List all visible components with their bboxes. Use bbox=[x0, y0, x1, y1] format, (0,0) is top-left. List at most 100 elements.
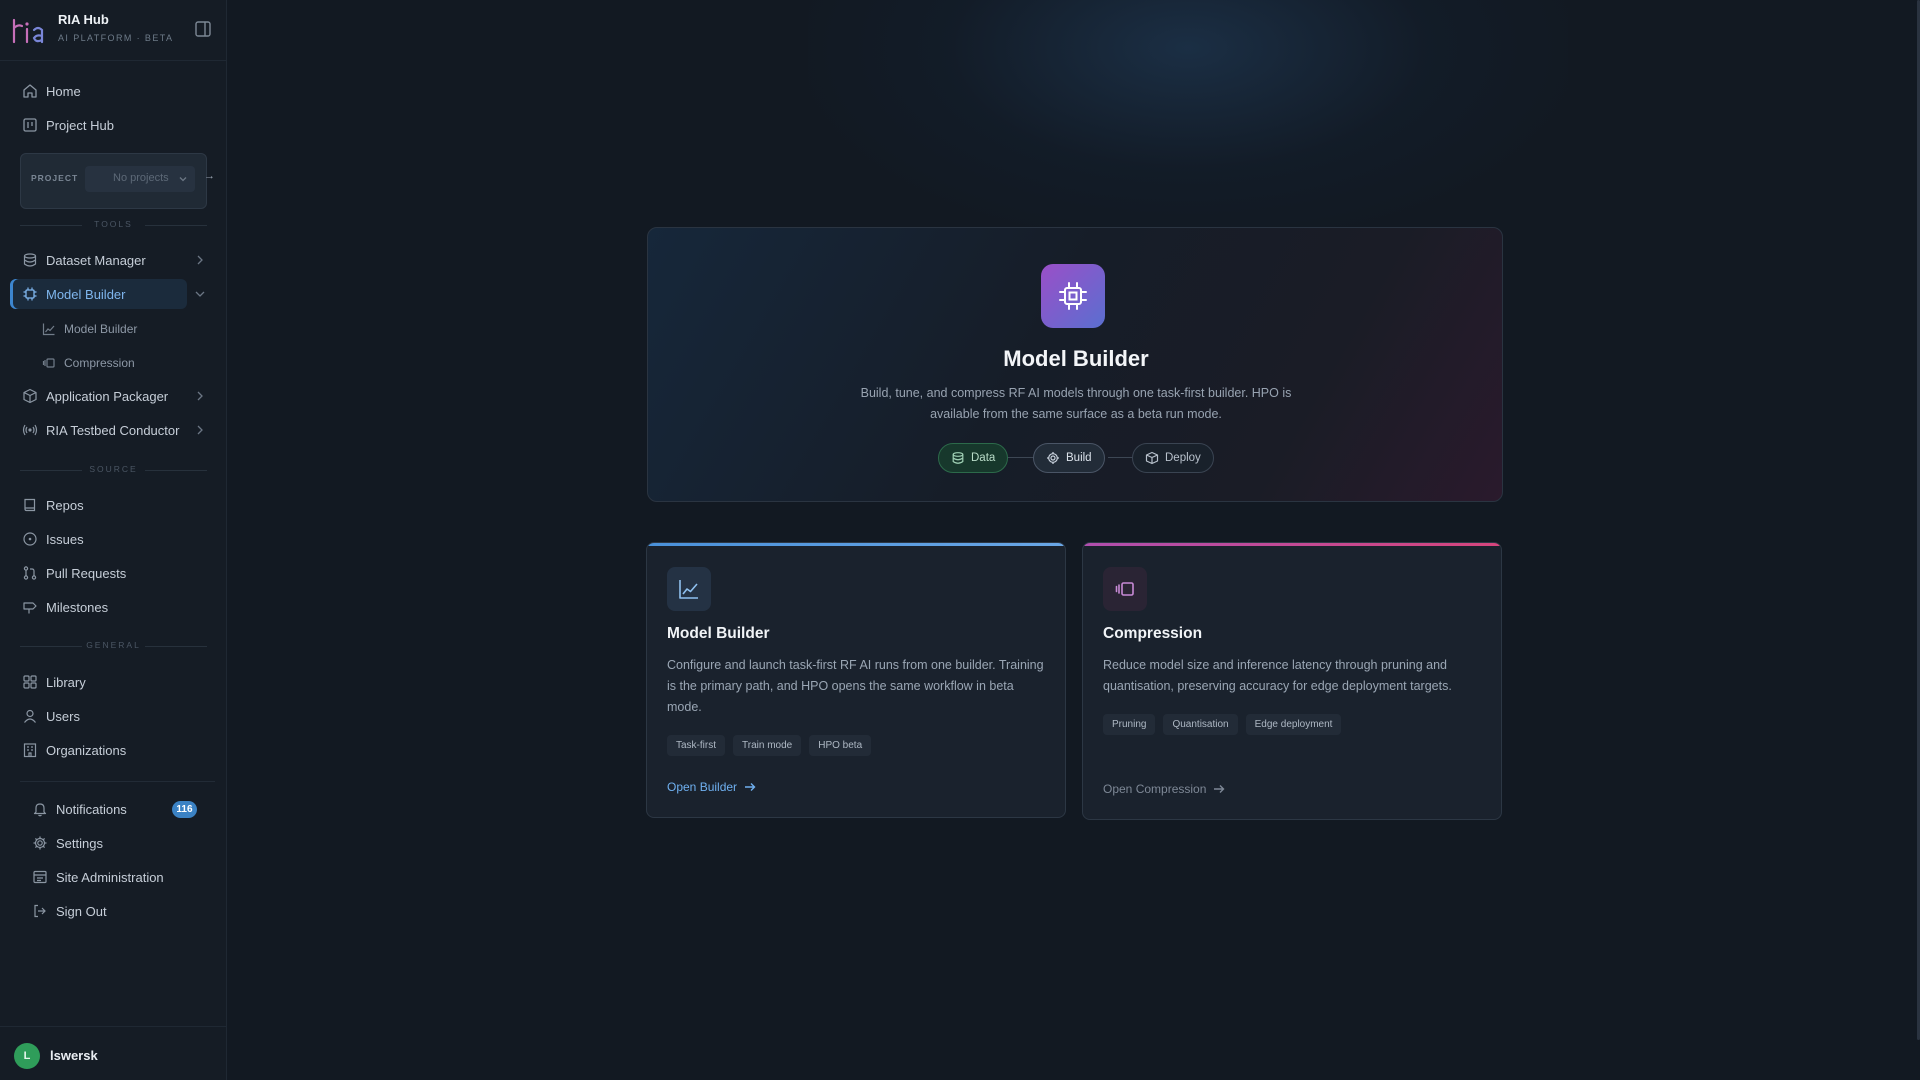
card-accent-bar bbox=[647, 543, 1065, 546]
link-label: Open Compression bbox=[1103, 782, 1207, 796]
chevron-down-icon bbox=[178, 174, 188, 184]
sidebar-item-label: Organizations bbox=[46, 742, 127, 758]
background-glow bbox=[808, 0, 1568, 240]
compress-icon bbox=[42, 356, 56, 370]
home-icon bbox=[22, 83, 38, 99]
sidebar-item-home[interactable]: Home bbox=[10, 76, 187, 106]
avatar[interactable]: L bbox=[14, 1043, 40, 1069]
sidebar-item-milestones[interactable]: Milestones bbox=[10, 592, 187, 622]
sidebar-item-model-builder[interactable]: Model Builder bbox=[10, 279, 205, 309]
package-icon bbox=[1145, 451, 1159, 465]
section-label-general: GENERAL bbox=[20, 640, 207, 652]
sidebar-item-label: Model Builder bbox=[64, 322, 138, 336]
sidebar-item-label: Model Builder bbox=[46, 286, 126, 302]
sidebar-divider bbox=[20, 781, 215, 782]
project-hub-icon bbox=[22, 117, 38, 133]
sidebar-collapse-icon[interactable] bbox=[194, 20, 212, 38]
sidebar-item-ria-testbed-conductor[interactable]: RIA Testbed Conductor bbox=[10, 415, 203, 445]
step-deploy[interactable]: Deploy bbox=[1132, 443, 1214, 473]
milestone-icon bbox=[22, 599, 38, 615]
chevron-right-icon bbox=[193, 423, 207, 437]
card-accent-bar bbox=[1083, 543, 1501, 546]
sidebar-item-label: Application Packager bbox=[46, 388, 169, 404]
sidebar-item-label: Repos bbox=[46, 497, 84, 513]
sidebar-item-label: Project Hub bbox=[46, 117, 114, 133]
sidebar-item-organizations[interactable]: Organizations bbox=[10, 735, 187, 765]
sidebar: RIA Hub AI PLATFORM · BETA Home Project … bbox=[0, 0, 227, 1080]
card-title: Model Builder bbox=[667, 625, 770, 642]
compression-card[interactable]: Compression Reduce model size and infere… bbox=[1082, 542, 1502, 820]
sidebar-item-project-hub[interactable]: Project Hub bbox=[10, 110, 187, 140]
sidebar-item-repos[interactable]: Repos bbox=[10, 490, 187, 520]
link-label: Open Builder bbox=[667, 780, 738, 794]
library-icon bbox=[22, 674, 38, 690]
user-profile-bar[interactable]: L lswersk bbox=[0, 1026, 227, 1080]
project-select[interactable]: No projects bbox=[85, 166, 195, 192]
step-connector bbox=[1004, 457, 1034, 458]
sidebar-item-notifications[interactable]: Notifications bbox=[20, 794, 197, 824]
open-compression-link[interactable]: Open Compression bbox=[1103, 782, 1226, 796]
sidebar-item-label: Site Administration bbox=[56, 869, 164, 885]
step-data[interactable]: Data bbox=[938, 443, 1009, 473]
project-go-button[interactable]: → bbox=[204, 170, 215, 182]
sidebar-subitem-compression[interactable]: Compression bbox=[30, 348, 190, 378]
sidebar-item-pull-requests[interactable]: Pull Requests bbox=[10, 558, 187, 588]
sidebar-item-label: RIA Testbed Conductor bbox=[46, 422, 180, 438]
sidebar-item-issues[interactable]: Issues bbox=[10, 524, 187, 554]
main-content: Model Builder Build, tune, and compress … bbox=[228, 0, 1920, 1080]
chevron-down-icon bbox=[193, 287, 207, 301]
cpu-icon bbox=[1041, 264, 1105, 328]
section-label-tools: TOOLS bbox=[20, 219, 207, 231]
step-connector bbox=[1108, 457, 1134, 458]
sidebar-item-settings[interactable]: Settings bbox=[20, 828, 197, 858]
tag: Train mode bbox=[733, 735, 802, 756]
chart-line-icon bbox=[667, 567, 711, 611]
tag: Pruning bbox=[1103, 714, 1156, 735]
sidebar-subitem-model-builder[interactable]: Model Builder bbox=[30, 314, 190, 344]
card-tags: Pruning Quantisation Edge deployment bbox=[1103, 714, 1342, 735]
card-title: Compression bbox=[1103, 625, 1203, 642]
tag: Task-first bbox=[667, 735, 725, 756]
repo-icon bbox=[22, 497, 38, 513]
gear-icon bbox=[32, 835, 48, 851]
pull-request-icon bbox=[22, 565, 38, 581]
radio-icon bbox=[22, 422, 38, 438]
tag: Edge deployment bbox=[1245, 714, 1342, 735]
sidebar-item-label: Notifications bbox=[56, 801, 127, 817]
sidebar-item-label: Compression bbox=[64, 356, 135, 370]
sidebar-item-label: Library bbox=[46, 674, 86, 690]
sidebar-item-dataset-manager[interactable]: Dataset Manager bbox=[10, 245, 203, 275]
cpu-icon bbox=[22, 286, 38, 302]
card-tags: Task-first Train mode HPO beta bbox=[667, 735, 872, 756]
section-label-source: SOURCE bbox=[20, 464, 207, 476]
sidebar-item-site-administration[interactable]: Site Administration bbox=[20, 862, 197, 892]
sidebar-item-label: Users bbox=[46, 708, 80, 724]
sidebar-item-sign-out[interactable]: Sign Out bbox=[20, 896, 197, 926]
organization-icon bbox=[22, 742, 38, 758]
chart-line-icon bbox=[42, 322, 56, 336]
issue-icon bbox=[22, 531, 38, 547]
bell-icon bbox=[32, 801, 48, 817]
project-select-value: No projects bbox=[113, 172, 169, 184]
chevron-right-icon bbox=[193, 389, 207, 403]
username: lswersk bbox=[50, 1048, 98, 1063]
card-description: Configure and launch task-first RF AI ru… bbox=[667, 658, 1044, 714]
sign-out-icon bbox=[32, 903, 48, 919]
tag: HPO beta bbox=[809, 735, 872, 756]
ria-logo[interactable] bbox=[12, 16, 48, 46]
arrow-right-icon bbox=[1212, 782, 1226, 796]
sidebar-item-label: Sign Out bbox=[56, 903, 107, 919]
open-builder-link[interactable]: Open Builder bbox=[667, 780, 757, 794]
step-build[interactable]: Build bbox=[1033, 443, 1105, 473]
sidebar-item-application-packager[interactable]: Application Packager bbox=[10, 381, 203, 411]
sidebar-item-users[interactable]: Users bbox=[10, 701, 187, 731]
step-label: Data bbox=[971, 452, 996, 464]
sidebar-item-label: Issues bbox=[46, 531, 84, 547]
sidebar-item-library[interactable]: Library bbox=[10, 667, 187, 697]
admin-icon bbox=[32, 869, 48, 885]
sidebar-item-label: Dataset Manager bbox=[46, 252, 146, 268]
chevron-right-icon bbox=[193, 253, 207, 267]
tag: Quantisation bbox=[1163, 714, 1238, 735]
model-builder-card[interactable]: Model Builder Configure and launch task-… bbox=[646, 542, 1066, 818]
package-icon bbox=[22, 388, 38, 404]
